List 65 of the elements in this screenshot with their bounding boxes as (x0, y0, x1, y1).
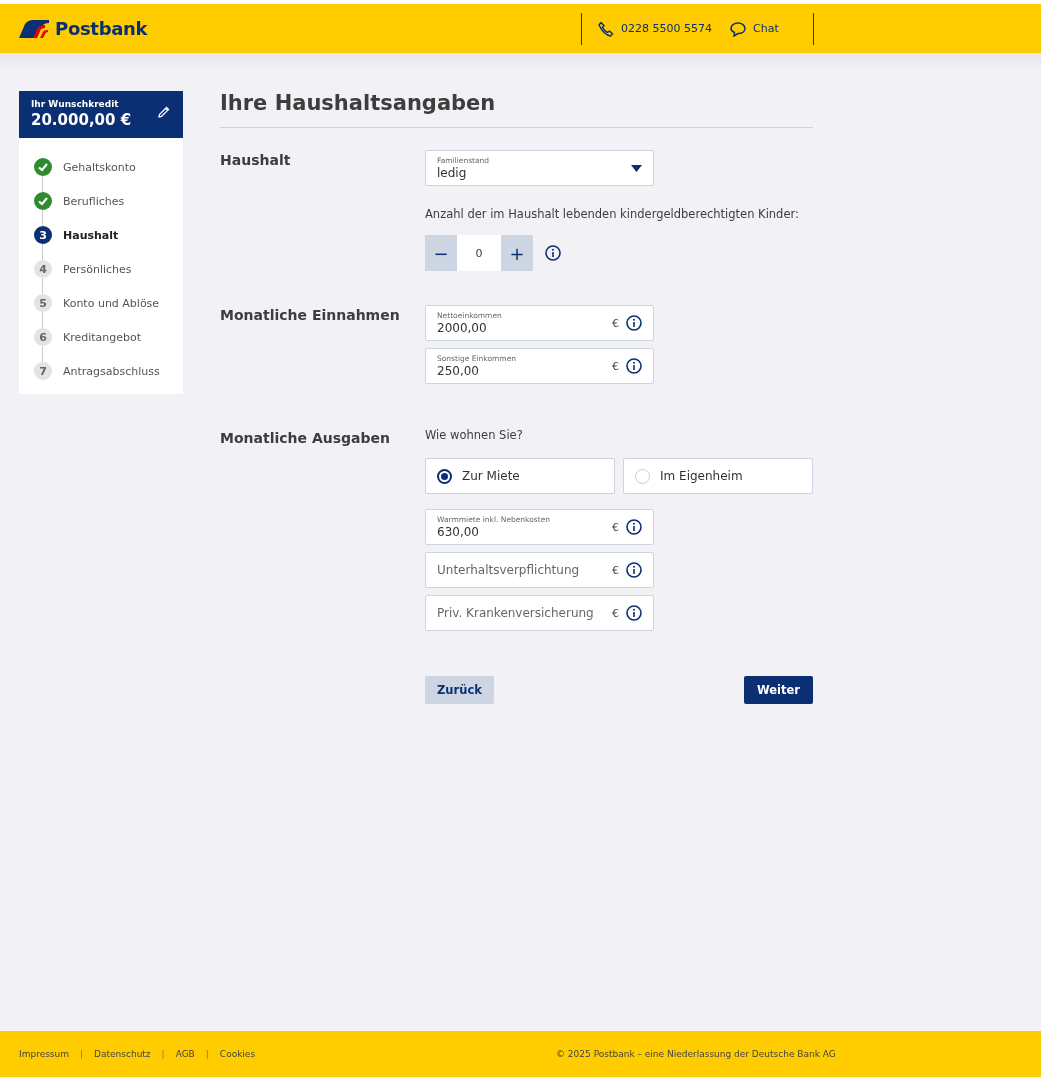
brand-name: Postbank (55, 18, 148, 39)
step-label[interactable]: Gehaltskonto (63, 160, 136, 174)
chat-link[interactable]: Chat (730, 20, 779, 37)
back-button[interactable]: Zurück (425, 676, 494, 704)
radio-label: Zur Miete (462, 469, 520, 483)
section-heading: Monatliche Einnahmen (220, 306, 401, 325)
minus-button[interactable]: − (425, 235, 457, 271)
plus-button[interactable]: + (501, 235, 533, 271)
info-icon (626, 519, 642, 535)
info-icon (626, 562, 642, 578)
info-icon (626, 605, 642, 621)
phone-link[interactable]: 0228 5500 5574 (598, 20, 712, 37)
section-heading: Haushalt (220, 151, 292, 170)
footer-link[interactable]: Datenschutz (94, 1049, 151, 1059)
logo-icon (19, 19, 49, 38)
step-label[interactable]: Persönliches (63, 262, 132, 276)
summary-label: Ihr Wunschkredit (31, 99, 120, 109)
radio-option[interactable]: Im Eigenheim (623, 458, 813, 494)
copyright-text: © 2025 Postbank – eine Niederlassung der Deutsche Bank AG (556, 1049, 836, 1059)
footer-link[interactable]: Impressum (19, 1049, 70, 1059)
next-button[interactable]: Weiter (744, 676, 813, 704)
summary-amount: 20.000,00 € (31, 111, 132, 129)
currency-unit: € (612, 359, 619, 373)
info-icon (545, 245, 561, 261)
info-icon (626, 315, 642, 331)
step-label[interactable]: Berufliches (63, 194, 125, 208)
section-heading: Monatliche Ausgaben (220, 429, 391, 448)
question-text: Anzahl der im Haushalt lebenden kindergeldberechtigten Kinder: (425, 207, 800, 221)
step-number: 5 (34, 294, 52, 312)
step-number: 4 (34, 260, 52, 278)
radio-label: Im Eigenheim (660, 469, 743, 483)
page-title: Ihre Haushaltsangaben (220, 91, 813, 128)
field-value: 2000,00 (437, 321, 488, 335)
field-value: 250,00 (437, 364, 480, 378)
field-placeholder: Unterhaltsverpflichtung (437, 563, 581, 577)
step-label[interactable]: Kreditangebot (63, 330, 142, 344)
currency-unit: € (612, 563, 619, 577)
phone-icon (598, 20, 614, 37)
count-field[interactable]: 0 (457, 235, 501, 271)
step-label[interactable]: Haushalt (63, 228, 119, 242)
field-value: ledig (437, 166, 468, 180)
pencil-icon (157, 105, 171, 119)
footer-link[interactable]: Cookies (219, 1049, 256, 1059)
footer-link[interactable]: AGB (175, 1049, 195, 1059)
separator: | (205, 1049, 209, 1059)
currency-unit: € (612, 316, 619, 330)
chat-bubble-icon (730, 20, 746, 37)
amount-field[interactable]: Unterhaltsverpflichtung € (425, 552, 654, 588)
field-placeholder: Priv. Krankenversicherung (437, 606, 595, 620)
radio-option[interactable]: Zur Miete (425, 458, 615, 494)
field-value: 630,00 (437, 525, 480, 539)
caret-icon (631, 164, 642, 172)
separator: | (161, 1049, 165, 1059)
step-label[interactable]: Antragsabschluss (63, 364, 160, 378)
step-number: 6 (34, 328, 52, 346)
currency-unit: € (612, 606, 619, 620)
question-text: Wie wohnen Sie? (425, 428, 524, 442)
radio-button[interactable] (437, 468, 452, 484)
info-icon (626, 358, 642, 374)
step-label[interactable]: Konto und Ablöse (63, 296, 160, 310)
separator: | (80, 1049, 84, 1059)
amount-field[interactable]: Priv. Krankenversicherung € (425, 595, 654, 631)
currency-unit: € (612, 520, 619, 534)
step-number: 7 (34, 362, 52, 380)
step-number: 3 (34, 226, 52, 244)
